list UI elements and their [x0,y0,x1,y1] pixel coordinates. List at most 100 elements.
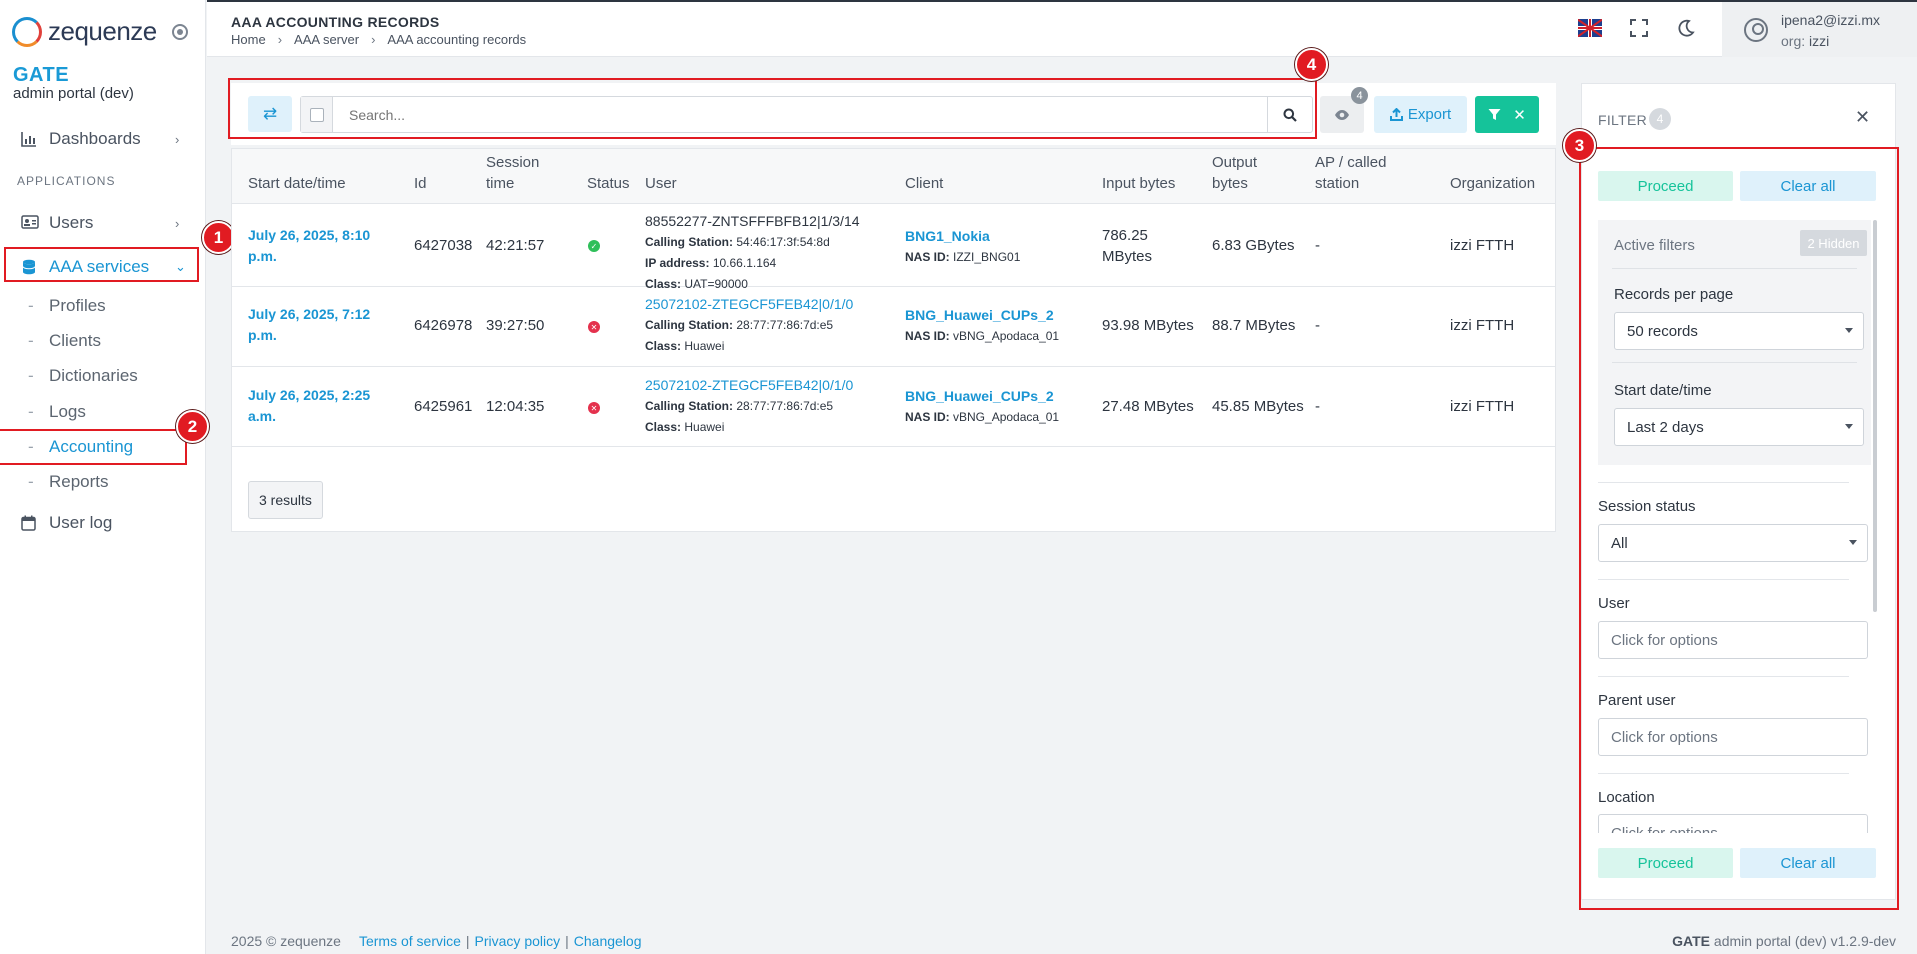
sidebar-subitem-dictionaries[interactable]: - Dictionaries [0,363,206,389]
user-info: 88552277-ZNTSFFFBFB12|1/3/14 Calling Sta… [645,213,860,291]
organization: izzi FTTH [1450,317,1515,334]
annotation-box-filter [1579,147,1899,910]
session-time: 42:21:57 [486,237,545,254]
breadcrumb-current: AAA accounting records [387,32,527,47]
annotation-box-aaa-services [4,247,199,282]
start-datetime-link[interactable]: July 26, 2025, 2:25 a.m. [248,385,370,427]
table-row[interactable]: July 26, 2025, 7:12 p.m. 6426978 39:27:50… [232,287,1555,367]
dash-icon: - [28,402,34,421]
table-row[interactable]: July 26, 2025, 8:10 p.m. 6427038 42:21:57… [232,205,1555,291]
record-id: 6427038 [414,237,473,254]
input-bytes: 93.98 MBytes [1102,317,1194,334]
client-link[interactable]: BNG_Huawei_CUPs_2 [905,386,1059,407]
export-button[interactable]: Export [1374,96,1467,133]
nav-section-label: APPLICATIONS [17,174,116,188]
table-header: Start date/time Id Session time Status Us… [232,149,1555,204]
uk-flag-icon[interactable] [1578,19,1602,37]
toggle-filter-button[interactable]: ✕ [1475,96,1539,133]
sidebar-pin-icon[interactable] [172,24,188,40]
chart-icon [21,131,39,147]
user-info: 25072102-ZTEGCF5FEB42|0/1/0 Calling Stat… [645,375,854,434]
output-bytes: 88.7 MBytes [1212,317,1296,334]
nas-id: vBNG_Apodaca_01 [953,410,1060,424]
upload-icon [1389,108,1403,121]
start-datetime-link[interactable]: July 26, 2025, 7:12 p.m. [248,304,370,346]
user-class: Huawei [684,420,725,434]
output-bytes: 6.83 GBytes [1212,237,1295,254]
close-filter-icon[interactable]: ✕ [1855,107,1870,128]
user-org: org: izzi [1781,33,1830,49]
hidden-columns-badge: 4 [1351,87,1368,104]
ap-station: - [1315,317,1320,334]
column-header-input-bytes[interactable]: Input bytes [1102,173,1175,194]
dash-icon: - [28,331,34,350]
column-header-user[interactable]: User [645,173,677,194]
annotation-marker-3: 3 [1563,129,1596,162]
chevron-right-icon: › [175,131,180,147]
column-header-output-bytes[interactable]: Output bytes [1212,152,1257,194]
sidebar-item-user-log[interactable]: User log [0,508,206,538]
user-menu[interactable]: ipena2@izzi.mx org: izzi [1722,2,1917,57]
user-link[interactable]: 25072102-ZTEGCF5FEB42|0/1/0 [645,294,853,315]
brand-subtitle: admin portal (dev) [13,85,134,102]
sidebar-subitem-logs[interactable]: - Logs [0,399,206,425]
column-header-start[interactable]: Start date/time [248,173,346,194]
ap-station: - [1315,398,1320,415]
dash-icon: - [28,472,34,491]
sidebar-subitem-label: Clients [49,331,101,350]
sidebar-subitem-clients[interactable]: - Clients [0,328,206,354]
breadcrumb: Home › AAA server › AAA accounting recor… [231,32,526,47]
organization: izzi FTTH [1450,398,1515,415]
column-header-status[interactable]: Status [587,173,630,194]
sidebar-item-dashboards[interactable]: Dashboards › [0,124,206,154]
breadcrumb-home[interactable]: Home [231,32,266,47]
start-datetime-link[interactable]: July 26, 2025, 8:10 p.m. [248,225,370,267]
copyright: 2025 © zequenze [231,933,341,949]
sidebar-item-label: User log [49,513,113,532]
sidebar-item-users[interactable]: Users › [0,208,206,238]
user-link[interactable]: 25072102-ZTEGCF5FEB42|0/1/0 [645,375,853,396]
logo-text: zequenze [48,16,157,46]
privacy-link[interactable]: Privacy policy [475,933,561,949]
ap-station: - [1315,237,1320,254]
table-row[interactable]: July 26, 2025, 2:25 a.m. 6425961 12:04:35… [232,367,1555,447]
changelog-link[interactable]: Changelog [574,933,642,949]
client-link[interactable]: BNG1_Nokia [905,226,1020,247]
footer-links: 2025 © zequenze Terms of service | Priva… [231,933,642,949]
record-id: 6426978 [414,317,473,334]
footer-brand: GATE [1672,933,1711,949]
brand-name: GATE [13,64,70,86]
filter-icon [1488,109,1501,120]
pipe-separator: | [565,933,569,949]
calling-station: 54:46:17:3f:54:8d [736,235,830,249]
status-error-icon: ✕ [588,321,600,333]
sidebar-subitem-label: Reports [49,472,109,491]
nas-id: IZZI_BNG01 [953,250,1021,264]
breadcrumb-separator-icon: › [371,32,376,47]
terms-link[interactable]: Terms of service [359,933,461,949]
column-header-id[interactable]: Id [414,173,427,194]
status-error-icon: ✕ [588,402,600,414]
close-icon: ✕ [1513,106,1526,124]
column-header-organization[interactable]: Organization [1450,173,1535,194]
ip-address: 10.66.1.164 [712,256,777,270]
column-header-ap-station[interactable]: AP / called station [1315,152,1386,194]
column-header-client[interactable]: Client [905,173,943,194]
calling-station: 28:77:77:86:7d:e5 [736,318,834,332]
eye-icon [1335,109,1349,120]
session-time: 39:27:50 [486,317,545,334]
zequenze-logo[interactable]: zequenze [12,16,157,47]
sidebar-subitem-reports[interactable]: - Reports [0,469,206,495]
client-link[interactable]: BNG_Huawei_CUPs_2 [905,305,1059,326]
record-id: 6425961 [414,398,473,415]
sidebar: zequenze GATE admin portal (dev) Dashboa… [0,0,206,954]
client-info: BNG_Huawei_CUPs_2 NAS ID: vBNG_Apodaca_0… [905,305,1060,343]
breadcrumb-aaa-server[interactable]: AAA server [294,32,359,47]
dark-mode-moon-icon[interactable] [1676,19,1696,39]
client-info: BNG1_Nokia NAS ID: IZZI_BNG01 [905,226,1021,264]
user-name: 88552277-ZNTSFFFBFB12|1/3/14 [645,213,860,229]
fullscreen-icon[interactable] [1629,19,1649,39]
sidebar-subitem-label: Logs [49,402,86,421]
column-header-session-time[interactable]: Session time [486,152,539,194]
sidebar-subitem-profiles[interactable]: - Profiles [0,293,206,319]
